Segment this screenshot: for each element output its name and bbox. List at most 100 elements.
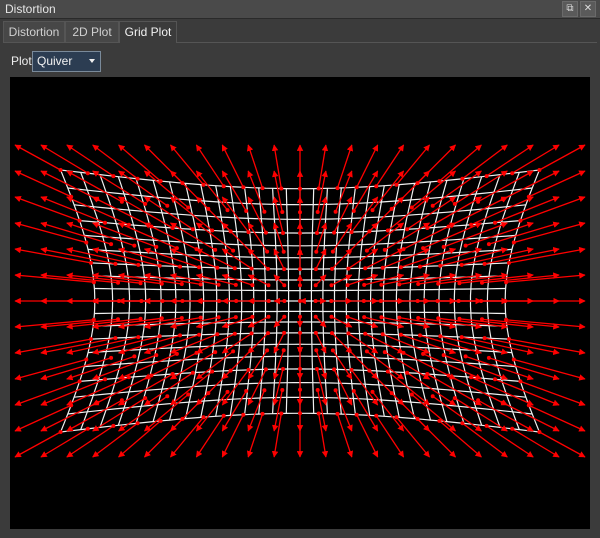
quiver-origin-point	[174, 351, 179, 356]
quiver-origin-point	[215, 265, 220, 270]
quiver-origin-point	[109, 355, 114, 360]
quiver-arrow	[14, 431, 61, 458]
quiver-arrow	[221, 170, 247, 212]
quiver-origin-point	[149, 373, 154, 378]
quiver-origin-point	[282, 283, 287, 288]
quiver-origin-point	[486, 355, 491, 360]
quiver-origin-point	[89, 337, 93, 342]
quiver-origin-point	[221, 184, 226, 189]
quiver-arrow	[195, 350, 234, 380]
quiver-plot-canvas[interactable]	[10, 77, 590, 529]
quiver-arrow	[371, 170, 405, 211]
quiver-arrow	[318, 144, 329, 189]
quiver-arrow	[246, 413, 264, 458]
quiver-arrow	[195, 391, 229, 432]
quiver-origin-point	[316, 411, 321, 416]
quiver-arrow	[336, 144, 354, 189]
quiver-origin-point	[154, 353, 159, 358]
quiver-origin-point	[330, 266, 334, 271]
quiver-arrow	[221, 414, 244, 458]
quiver-origin-point	[198, 315, 203, 320]
quiver-origin-point	[249, 331, 254, 336]
quiver-origin-point	[198, 282, 203, 287]
quiver-origin-point	[347, 348, 352, 353]
quiver-origin-point	[233, 315, 238, 320]
quiver-origin-point	[398, 332, 403, 337]
quiver-origin-point	[216, 315, 221, 320]
quiver-origin-point	[397, 315, 402, 320]
quiver-origin-point	[85, 426, 90, 431]
quiver-origin-point	[315, 388, 320, 392]
quiver-origin-point	[436, 281, 441, 286]
quiver-origin-point	[262, 388, 267, 393]
quiver-origin-point	[178, 333, 182, 338]
quiver-origin-point	[228, 368, 233, 373]
quiver-origin-point	[374, 413, 379, 418]
quiver-origin-point	[421, 246, 426, 251]
window-title: Distortion	[5, 2, 56, 16]
quiver-origin-point	[537, 430, 542, 434]
quiver-origin-point	[85, 171, 90, 176]
quiver-origin-point	[266, 266, 270, 271]
quiver-origin-point	[232, 331, 237, 336]
quiver-origin-point	[460, 421, 465, 426]
quiver-origin-point	[201, 415, 206, 420]
quiver-origin-point	[159, 281, 164, 286]
quiver-origin-point	[345, 314, 350, 319]
quiver-origin-point	[158, 418, 163, 423]
quiver-origin-point	[77, 218, 82, 223]
quiver-origin-point	[241, 185, 246, 190]
quiver-origin-point	[441, 244, 446, 249]
quiver-origin-point	[263, 230, 268, 235]
close-button[interactable]: ✕	[580, 1, 596, 17]
quiver-origin-point	[136, 335, 141, 340]
plot-label: Plot	[11, 54, 32, 68]
quiver-origin-point	[409, 392, 414, 397]
quiver-arrow	[539, 144, 586, 171]
quiver-arrow	[462, 144, 508, 180]
tab-grid-plot[interactable]: Grid Plot	[119, 21, 177, 43]
plot-type-select[interactable]: Quiver	[32, 51, 101, 72]
quiver-origin-point	[363, 331, 368, 336]
quiver-origin-point	[493, 377, 497, 382]
quiver-origin-point	[354, 185, 359, 190]
quiver-arrow	[336, 413, 354, 458]
quiver-origin-point	[394, 415, 399, 420]
tab-distortion[interactable]: Distortion	[3, 21, 65, 42]
quiver-origin-point	[503, 299, 508, 303]
quiver-origin-point	[452, 396, 457, 401]
quiver-origin-point	[135, 176, 140, 181]
quiver-origin-point	[421, 351, 426, 356]
quiver-arrow	[247, 170, 266, 212]
float-button[interactable]: ⧉	[562, 1, 578, 17]
quiver-origin-point	[484, 423, 489, 428]
quiver-origin-point	[346, 331, 351, 336]
quiver-origin-point	[416, 316, 421, 320]
quiver-origin-point	[379, 282, 384, 287]
quiver-origin-point	[197, 332, 202, 337]
quiver-origin-point	[345, 299, 350, 303]
quiver-origin-point	[349, 230, 354, 235]
quiver-origin-point	[313, 299, 318, 303]
quiver-origin-point	[266, 331, 270, 336]
quiver-origin-point	[315, 210, 320, 214]
quiver-origin-point	[351, 209, 356, 213]
quiver-arrow	[143, 196, 194, 230]
quiver-origin-point	[405, 227, 410, 232]
quiver-origin-point	[364, 248, 369, 253]
quiver-origin-point	[241, 412, 246, 417]
quiver-arrow	[92, 397, 146, 432]
quiver-origin-point	[69, 403, 74, 408]
tab-2d-plot[interactable]: 2D Plot	[65, 21, 119, 42]
quiver-origin-point	[248, 348, 253, 353]
quiver-origin-point	[179, 316, 184, 320]
quiver-origin-point	[482, 261, 487, 266]
quiver-origin-point	[389, 391, 394, 396]
quiver-origin-point	[126, 222, 131, 227]
quiver-arrow	[406, 196, 457, 230]
quiver-origin-point	[298, 267, 302, 272]
quiver-origin-point	[507, 260, 511, 265]
quiver-origin-point	[298, 314, 302, 319]
quiver-origin-point	[265, 249, 270, 254]
quiver-origin-point	[298, 299, 302, 303]
